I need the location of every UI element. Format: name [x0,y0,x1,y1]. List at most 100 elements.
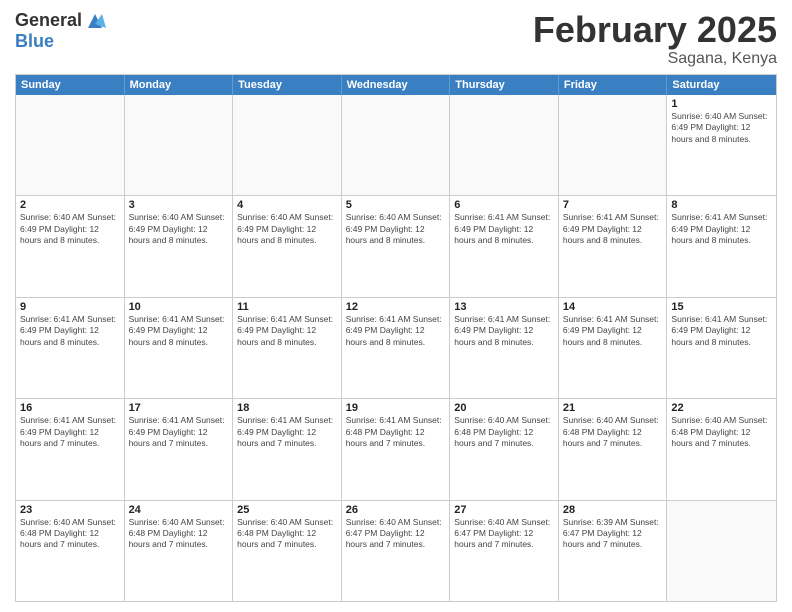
day-info: Sunrise: 6:41 AM Sunset: 6:49 PM Dayligh… [129,314,229,348]
day-info: Sunrise: 6:41 AM Sunset: 6:49 PM Dayligh… [454,212,554,246]
day-number: 25 [237,504,337,516]
week-row-3: 9 Sunrise: 6:41 AM Sunset: 6:49 PM Daylig… [16,298,776,399]
day-cell-4: 4Sunrise: 6:40 AM Sunset: 6:49 PM Daylig… [233,196,342,296]
day-cell-10: 10Sunrise: 6:41 AM Sunset: 6:49 PM Dayli… [125,298,234,398]
calendar: Sunday Monday Tuesday Wednesday Thursday… [15,74,777,602]
empty-day-cell [559,95,668,195]
logo-text: General Blue [15,10,106,52]
day-number: 15 [671,301,772,313]
empty-day-cell [16,95,125,195]
day-info: Sunrise: 6:41 AM Sunset: 6:49 PM Dayligh… [20,415,120,449]
header-monday: Monday [125,75,234,95]
day-cell-17: 17Sunrise: 6:41 AM Sunset: 6:49 PM Dayli… [125,399,234,499]
day-info: Sunrise: 6:41 AM Sunset: 6:48 PM Dayligh… [346,415,446,449]
empty-day-cell [450,95,559,195]
day-number: 19 [346,402,446,414]
day-info: Sunrise: 6:41 AM Sunset: 6:49 PM Dayligh… [129,415,229,449]
day-info: Sunrise: 6:41 AM Sunset: 6:49 PM Dayligh… [454,314,554,348]
day-cell-22: 22Sunrise: 6:40 AM Sunset: 6:48 PM Dayli… [667,399,776,499]
day-number: 14 [563,301,663,313]
week-row-4: 16Sunrise: 6:41 AM Sunset: 6:49 PM Dayli… [16,399,776,500]
day-cell-18: 18Sunrise: 6:41 AM Sunset: 6:49 PM Dayli… [233,399,342,499]
day-info: Sunrise: 6:40 AM Sunset: 6:48 PM Dayligh… [237,517,337,551]
day-number: 17 [129,402,229,414]
day-number: 9 [20,301,120,313]
day-number: 1 [671,98,772,110]
day-cell-14: 14Sunrise: 6:41 AM Sunset: 6:49 PM Dayli… [559,298,668,398]
day-info: Sunrise: 6:40 AM Sunset: 6:48 PM Dayligh… [129,517,229,551]
page: General Blue February 2025 Sagana, Kenya… [0,0,792,612]
day-info: Sunrise: 6:41 AM Sunset: 6:49 PM Dayligh… [671,314,772,348]
logo-icon [84,10,106,32]
day-number: 11 [237,301,337,313]
day-info: Sunrise: 6:40 AM Sunset: 6:48 PM Dayligh… [671,415,772,449]
location-label: Sagana, Kenya [533,50,777,68]
day-cell-15: 15Sunrise: 6:41 AM Sunset: 6:49 PM Dayli… [667,298,776,398]
day-info: Sunrise: 6:39 AM Sunset: 6:47 PM Dayligh… [563,517,663,551]
day-info: Sunrise: 6:41 AM Sunset: 6:49 PM Dayligh… [237,314,337,348]
week-row-5: 23Sunrise: 6:40 AM Sunset: 6:48 PM Dayli… [16,501,776,601]
day-cell-1: 1Sunrise: 6:40 AM Sunset: 6:49 PM Daylig… [667,95,776,195]
day-info: Sunrise: 6:40 AM Sunset: 6:49 PM Dayligh… [20,212,120,246]
day-number: 27 [454,504,554,516]
day-info: Sunrise: 6:40 AM Sunset: 6:47 PM Dayligh… [454,517,554,551]
day-number: 5 [346,199,446,211]
day-cell-23: 23Sunrise: 6:40 AM Sunset: 6:48 PM Dayli… [16,501,125,601]
day-number: 16 [20,402,120,414]
day-number: 13 [454,301,554,313]
logo-general: General [15,11,82,31]
day-info: Sunrise: 6:40 AM Sunset: 6:48 PM Dayligh… [20,517,120,551]
day-info: Sunrise: 6:41 AM Sunset: 6:49 PM Dayligh… [237,415,337,449]
week-row-2: 2Sunrise: 6:40 AM Sunset: 6:49 PM Daylig… [16,196,776,297]
day-number: 8 [671,199,772,211]
day-number: 21 [563,402,663,414]
day-info: Sunrise: 6:40 AM Sunset: 6:48 PM Dayligh… [454,415,554,449]
logo-blue: Blue [15,32,106,52]
day-cell-9: 9Sunrise: 6:41 AM Sunset: 6:49 PM Daylig… [16,298,125,398]
month-year-title: February 2025 [533,10,777,50]
day-cell-7: 7Sunrise: 6:41 AM Sunset: 6:49 PM Daylig… [559,196,668,296]
day-info: Sunrise: 6:40 AM Sunset: 6:49 PM Dayligh… [671,111,772,145]
day-info: Sunrise: 6:40 AM Sunset: 6:47 PM Dayligh… [346,517,446,551]
header-saturday: Saturday [667,75,776,95]
day-info: Sunrise: 6:41 AM Sunset: 6:49 PM Dayligh… [671,212,772,246]
day-number: 28 [563,504,663,516]
day-number: 10 [129,301,229,313]
day-cell-8: 8Sunrise: 6:41 AM Sunset: 6:49 PM Daylig… [667,196,776,296]
day-number: 12 [346,301,446,313]
day-info: Sunrise: 6:40 AM Sunset: 6:49 PM Dayligh… [346,212,446,246]
title-section: February 2025 Sagana, Kenya [533,10,777,68]
day-info: Sunrise: 6:40 AM Sunset: 6:49 PM Dayligh… [129,212,229,246]
logo: General Blue [15,10,106,52]
day-cell-25: 25Sunrise: 6:40 AM Sunset: 6:48 PM Dayli… [233,501,342,601]
day-info: Sunrise: 6:40 AM Sunset: 6:48 PM Dayligh… [563,415,663,449]
day-info: Sunrise: 6:41 AM Sunset: 6:49 PM Dayligh… [563,212,663,246]
header-friday: Friday [559,75,668,95]
day-cell-19: 19Sunrise: 6:41 AM Sunset: 6:48 PM Dayli… [342,399,451,499]
day-number: 4 [237,199,337,211]
header-wednesday: Wednesday [342,75,451,95]
day-cell-21: 21Sunrise: 6:40 AM Sunset: 6:48 PM Dayli… [559,399,668,499]
header: General Blue February 2025 Sagana, Kenya [15,10,777,68]
header-thursday: Thursday [450,75,559,95]
header-sunday: Sunday [16,75,125,95]
empty-day-cell [125,95,234,195]
day-cell-2: 2Sunrise: 6:40 AM Sunset: 6:49 PM Daylig… [16,196,125,296]
day-number: 18 [237,402,337,414]
day-number: 22 [671,402,772,414]
day-headers: Sunday Monday Tuesday Wednesday Thursday… [16,75,776,95]
day-cell-27: 27Sunrise: 6:40 AM Sunset: 6:47 PM Dayli… [450,501,559,601]
day-cell-24: 24Sunrise: 6:40 AM Sunset: 6:48 PM Dayli… [125,501,234,601]
day-cell-3: 3Sunrise: 6:40 AM Sunset: 6:49 PM Daylig… [125,196,234,296]
empty-day-cell [342,95,451,195]
day-cell-11: 11Sunrise: 6:41 AM Sunset: 6:49 PM Dayli… [233,298,342,398]
weeks-container: 1Sunrise: 6:40 AM Sunset: 6:49 PM Daylig… [16,95,776,601]
day-cell-6: 6Sunrise: 6:41 AM Sunset: 6:49 PM Daylig… [450,196,559,296]
day-cell-28: 28Sunrise: 6:39 AM Sunset: 6:47 PM Dayli… [559,501,668,601]
day-number: 6 [454,199,554,211]
day-number: 23 [20,504,120,516]
day-cell-26: 26Sunrise: 6:40 AM Sunset: 6:47 PM Dayli… [342,501,451,601]
header-tuesday: Tuesday [233,75,342,95]
day-cell-20: 20Sunrise: 6:40 AM Sunset: 6:48 PM Dayli… [450,399,559,499]
day-info: Sunrise: 6:41 AM Sunset: 6:49 PM Dayligh… [346,314,446,348]
